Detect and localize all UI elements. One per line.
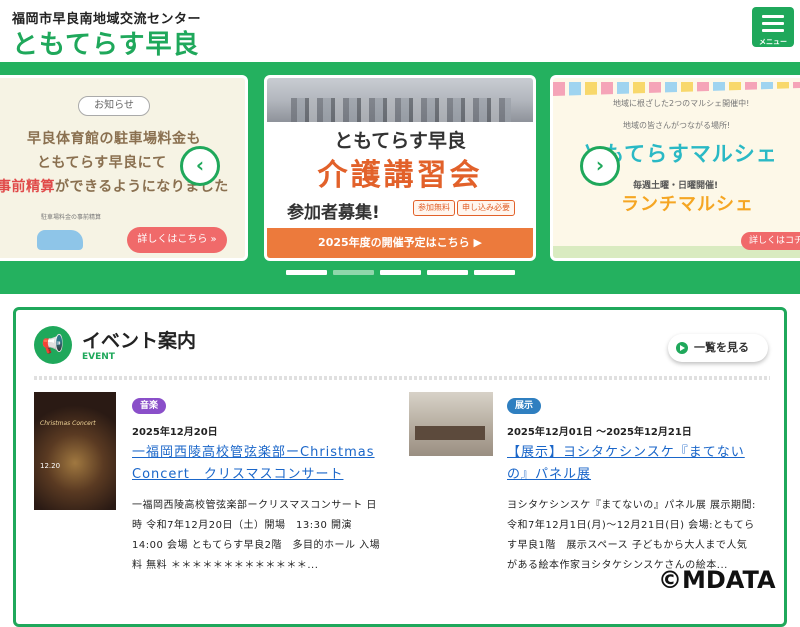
carousel-dot[interactable] <box>286 270 327 275</box>
event-title-link[interactable]: 【展示】ヨシタケシンスケ『まてないの』パネル展 <box>507 442 757 486</box>
event-thumbnail[interactable]: Christmas Concert 12.20 <box>34 392 116 510</box>
site-header: 福岡市早良南地域交流センター ともてらす早良 メニュー <box>0 0 800 62</box>
tag-registration: 申し込み必要 <box>457 200 515 216</box>
chevron-left-icon: ‹ <box>195 153 205 177</box>
carousel-dot[interactable] <box>427 270 468 275</box>
carousel-dot[interactable] <box>474 270 515 275</box>
notice-label: お知らせ <box>78 96 150 116</box>
section-subtitle: EVENT <box>82 352 115 362</box>
slide-more-button[interactable]: 詳しくはこちら » <box>127 227 227 253</box>
megaphone-icon: 📢 <box>34 326 72 364</box>
slide-headline: 介護講習会 <box>317 158 483 193</box>
copyright-watermark: ©MDATA <box>658 566 776 594</box>
slide-text-line: ともてらす早良にて <box>37 155 167 171</box>
menu-button[interactable]: メニュー <box>752 7 794 47</box>
carousel-dot-active[interactable] <box>333 270 374 275</box>
event-description: ヨシタケシンスケ『まてないの』パネル展 展示期間:令和7年12月1日(月)～12… <box>507 500 756 571</box>
site-logo[interactable]: ともてらす早良 <box>12 24 199 61</box>
chevron-right-icon: › <box>595 153 605 177</box>
car-note: 駐車場料金の事前精算 <box>41 214 102 221</box>
carousel-dot[interactable] <box>380 270 421 275</box>
carousel-prev-button[interactable]: ‹ <box>180 146 220 186</box>
slide-title: ともてらす早良 <box>334 130 466 152</box>
event-date: 2025年12月20日 <box>132 427 218 438</box>
category-badge: 音楽 <box>132 398 167 414</box>
highlight-text: 事前精算 <box>0 179 55 195</box>
hamburger-icon <box>762 15 784 18</box>
event-date: 2025年12月01日 ～2025年12月21日 <box>507 427 692 438</box>
divider <box>34 376 770 380</box>
workshop-photo <box>267 78 533 122</box>
thumbnail-caption: Christmas Concert <box>40 420 96 427</box>
category-badge: 展示 <box>507 398 542 414</box>
slide-text-line: 地域の皆さんがつながる場所! <box>623 121 731 130</box>
slide-more-button[interactable]: 詳しくはコチ <box>741 232 800 250</box>
event-thumbnail[interactable] <box>409 392 493 456</box>
menu-label: メニュー <box>759 38 787 46</box>
carousel-next-button[interactable]: › <box>580 146 620 186</box>
lunch-marche-title: ランチマルシェ <box>621 194 754 215</box>
slide-text-line: 地域に根ざした2つのマルシェ開催中! <box>613 99 750 108</box>
bunting-decoration <box>553 82 800 96</box>
section-title: イベント案内 <box>82 330 197 352</box>
event-title-link[interactable]: 一福岡西陵高校管弦楽部ーChristmas Concert クリスマスコンサート <box>132 442 382 486</box>
event-description: 一福岡西陵高校管弦楽部ークリスマスコンサート 日時 令和7年12月20日（土）開… <box>132 500 381 571</box>
tag-free: 参加無料 <box>413 200 455 216</box>
thumbnail-date: 12.20 <box>40 462 61 470</box>
car-icon <box>37 230 83 250</box>
view-all-label: 一覧を見る <box>694 341 749 354</box>
view-all-button[interactable]: 一覧を見る <box>668 334 768 362</box>
play-circle-icon <box>676 342 688 354</box>
slide-care-workshop[interactable]: ともてらす早良 介護講習会 参加者募集! 参加無料 申し込み必要 2025年度の… <box>264 75 536 261</box>
slide-recruit: 参加者募集! <box>287 203 380 223</box>
slide-text-line: 早良体育館の駐車場料金も <box>27 131 201 147</box>
hero-carousel: お知らせ 早良体育館の駐車場料金も ともてらす早良にて 事前精算ができるようにな… <box>0 62 800 294</box>
schedule-button[interactable]: 2025年度の開催予定はこちら ▶ <box>267 228 533 258</box>
